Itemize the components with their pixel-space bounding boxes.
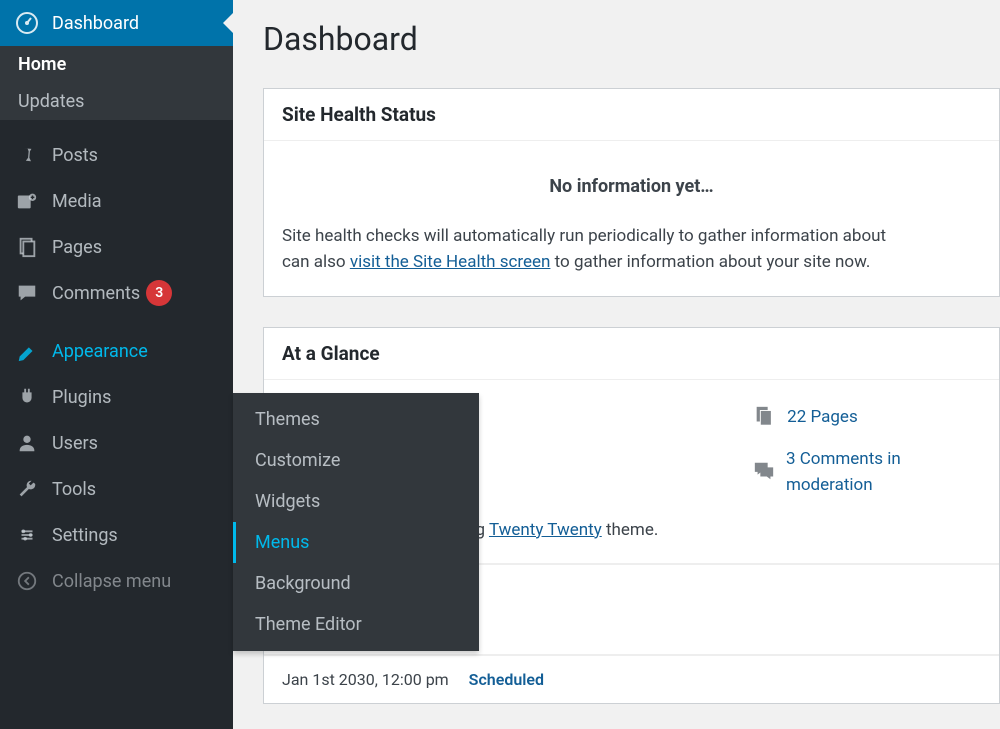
comments-icon (753, 460, 776, 484)
sidebar-item-appearance[interactable]: Appearance (0, 328, 233, 374)
sidebar-label-home: Home (18, 54, 66, 75)
sidebar-label-collapse: Collapse menu (52, 571, 171, 592)
glance-theme-post: theme. (602, 520, 659, 540)
scheduled-label: Scheduled (469, 670, 544, 689)
sidebar-separator (0, 120, 233, 132)
site-health-no-info: No information yet… (282, 173, 981, 201)
sidebar-label-media: Media (52, 191, 102, 212)
site-health-body: No information yet… Site health checks w… (264, 141, 999, 296)
submenu-item-customize[interactable]: Customize (233, 440, 479, 481)
appearance-submenu: Themes Customize Widgets Menus Backgroun… (233, 393, 479, 651)
comment-icon (14, 280, 40, 306)
glance-title: At a Glance (282, 342, 981, 365)
widget-header: Site Health Status (264, 89, 999, 141)
glance-moderation[interactable]: 3 Comments in moderation (753, 446, 981, 499)
dashboard-icon (14, 10, 40, 36)
sidebar-item-dashboard[interactable]: Dashboard (0, 0, 233, 46)
pages-icon (753, 405, 777, 429)
collapse-icon (14, 568, 40, 594)
scheduled-row: Jan 1st 2030, 12:00 pm Scheduled (264, 655, 999, 703)
site-health-desc-mid-pre: can also (282, 252, 350, 272)
sidebar-item-settings[interactable]: Settings (0, 512, 233, 558)
site-health-desc-mid-post: to gather information about your site no… (550, 252, 870, 272)
sidebar-label-dashboard: Dashboard (52, 13, 139, 34)
glance-col-right: 22 Pages 3 Comments in moderation (753, 404, 981, 499)
sidebar-item-home[interactable]: Home (0, 46, 233, 83)
sidebar-label-comments: Comments (52, 283, 140, 304)
sidebar-label-users: Users (52, 433, 98, 454)
submenu-item-widgets[interactable]: Widgets (233, 481, 479, 522)
submenu-item-background[interactable]: Background (233, 563, 479, 604)
scheduled-date: Jan 1st 2030, 12:00 pm (282, 670, 449, 689)
sidebar-item-tools[interactable]: Tools (0, 466, 233, 512)
submenu-item-theme-editor[interactable]: Theme Editor (233, 604, 479, 645)
sidebar-item-posts[interactable]: Posts (0, 132, 233, 178)
tools-icon (14, 476, 40, 502)
sidebar-item-comments[interactable]: Comments 3 (0, 270, 233, 316)
sidebar-label-posts: Posts (52, 145, 98, 166)
sidebar-label-appearance: Appearance (52, 341, 148, 362)
page-title: Dashboard (263, 20, 1000, 58)
plugins-icon (14, 384, 40, 410)
glance-theme-link[interactable]: Twenty Twenty (489, 520, 602, 540)
sidebar-label-plugins: Plugins (52, 387, 111, 408)
submenu-item-menus[interactable]: Menus (233, 522, 479, 563)
comments-badge: 3 (146, 280, 172, 306)
site-health-desc-pre: Site health checks will automatically ru… (282, 226, 886, 246)
site-health-desc: Site health checks will automatically ru… (282, 223, 981, 276)
sidebar-item-updates[interactable]: Updates (0, 83, 233, 120)
sidebar-label-updates: Updates (18, 91, 84, 112)
sidebar-item-plugins[interactable]: Plugins (0, 374, 233, 420)
sidebar-label-tools: Tools (52, 479, 96, 500)
pin-icon (14, 142, 40, 168)
sidebar-label-pages: Pages (52, 237, 102, 258)
users-icon (14, 430, 40, 456)
widget-site-health: Site Health Status No information yet… S… (263, 88, 1000, 297)
glance-pages-label: 22 Pages (787, 404, 858, 430)
sidebar-separator (0, 316, 233, 328)
sidebar-item-media[interactable]: Media (0, 178, 233, 224)
glance-moderation-label: 3 Comments in moderation (786, 446, 981, 499)
sidebar-item-pages[interactable]: Pages (0, 224, 233, 270)
appearance-icon (14, 338, 40, 364)
pages-icon (14, 234, 40, 260)
widget-header: At a Glance (264, 328, 999, 380)
sidebar-item-collapse[interactable]: Collapse menu (0, 558, 233, 604)
admin-sidebar: Dashboard Home Updates Posts Media Pages… (0, 0, 233, 729)
submenu-item-themes[interactable]: Themes (233, 399, 479, 440)
sidebar-item-users[interactable]: Users (0, 420, 233, 466)
sidebar-label-settings: Settings (52, 525, 118, 546)
site-health-link[interactable]: visit the Site Health screen (350, 252, 551, 272)
site-health-title: Site Health Status (282, 103, 981, 126)
glance-pages[interactable]: 22 Pages (753, 404, 981, 430)
settings-icon (14, 522, 40, 548)
media-icon (14, 188, 40, 214)
